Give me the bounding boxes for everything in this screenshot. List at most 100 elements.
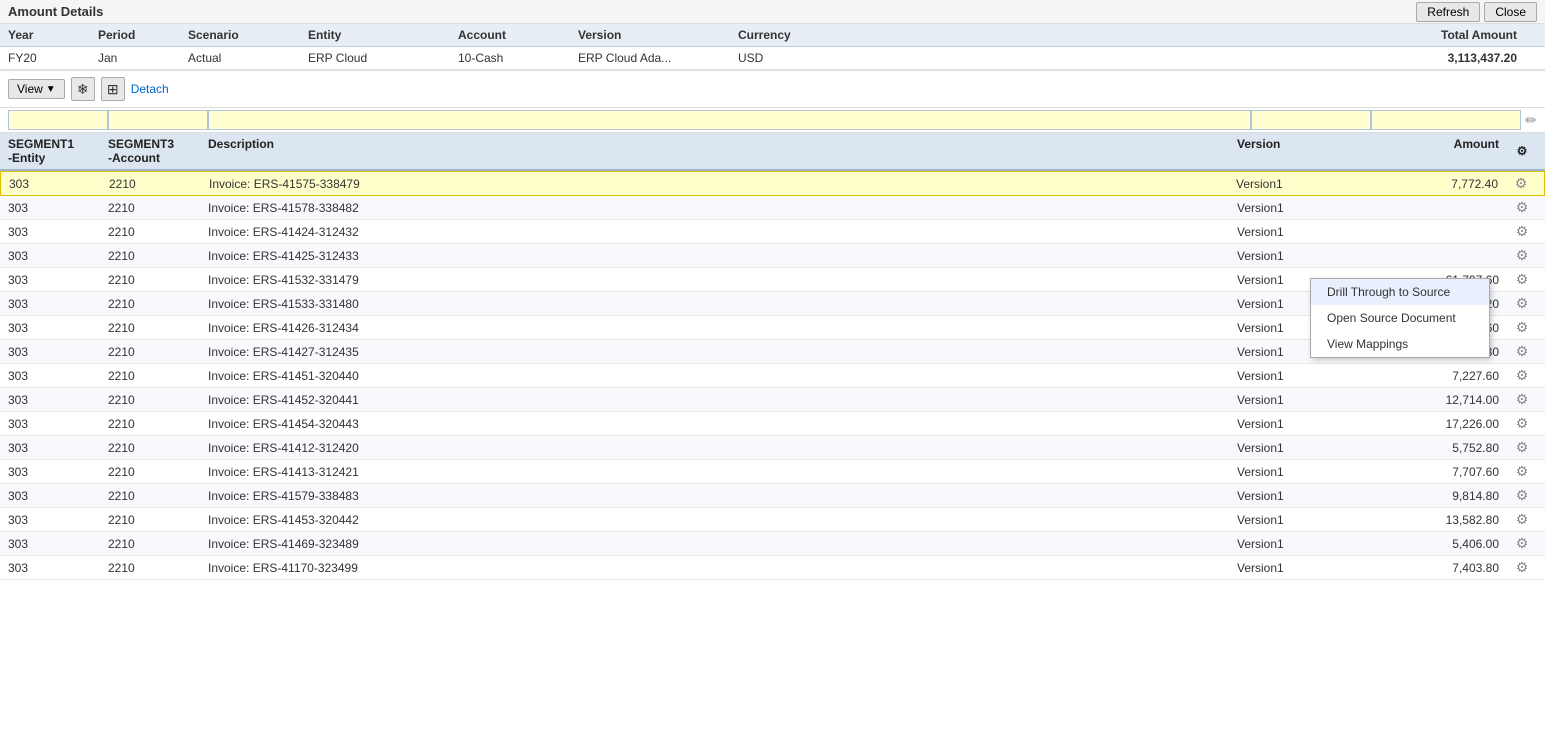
row-gear-icon[interactable]: ⚙ <box>1507 559 1537 576</box>
row-gear-icon[interactable]: ⚙ <box>1507 511 1537 528</box>
context-menu: Drill Through to Source Open Source Docu… <box>1310 278 1490 358</box>
cell-amount: 7,227.60 <box>1357 369 1507 383</box>
cell-seg3: 2210 <box>108 465 208 479</box>
cell-seg1: 303 <box>8 201 108 215</box>
table-row: 303 2210 Invoice: ERS-41579-338483 Versi… <box>0 484 1545 508</box>
table-row: 303 2210 Invoice: ERS-41413-312421 Versi… <box>0 460 1545 484</box>
row-gear-icon[interactable]: ⚙ <box>1507 367 1537 384</box>
detach-icon-button[interactable]: ⊞ <box>101 77 125 101</box>
val-account: 10-Cash <box>458 51 578 65</box>
val-scenario: Actual <box>188 51 308 65</box>
freeze-columns-button[interactable]: ❄ <box>71 77 95 101</box>
table-row: 303 2210 Invoice: ERS-41452-320441 Versi… <box>0 388 1545 412</box>
close-button[interactable]: Close <box>1484 2 1537 22</box>
cell-desc: Invoice: ERS-41451-320440 <box>208 369 1237 383</box>
cell-seg3: 2210 <box>108 489 208 503</box>
cell-version: Version1 <box>1236 177 1356 191</box>
row-gear-icon[interactable]: ⚙ <box>1507 199 1537 216</box>
table-row: 303 2210 Invoice: ERS-41451-320440 Versi… <box>0 364 1545 388</box>
val-total-amount: 3,113,437.20 <box>858 51 1537 65</box>
top-bar-buttons: Refresh Close <box>1416 2 1537 22</box>
cell-seg3: 2210 <box>108 441 208 455</box>
cell-version: Version1 <box>1237 369 1357 383</box>
cell-version: Version1 <box>1237 201 1357 215</box>
cell-version: Version1 <box>1237 537 1357 551</box>
cell-version: Version1 <box>1237 393 1357 407</box>
filter-row: ✏ <box>0 108 1545 133</box>
cell-desc: Invoice: ERS-41469-323489 <box>208 537 1237 551</box>
row-gear-icon[interactable]: ⚙ <box>1507 343 1537 360</box>
col-year: Year <box>8 28 98 42</box>
val-currency: USD <box>738 51 858 65</box>
cell-desc: Invoice: ERS-41533-331480 <box>208 297 1237 311</box>
cell-amount: 12,714.00 <box>1357 393 1507 407</box>
summary-header: Year Period Scenario Entity Account Vers… <box>0 24 1545 47</box>
col-total-amount: Total Amount <box>858 28 1537 42</box>
cell-amount: 5,406.00 <box>1357 537 1507 551</box>
cell-seg3: 2210 <box>108 249 208 263</box>
val-year: FY20 <box>8 51 98 65</box>
row-gear-icon[interactable]: ⚙ <box>1507 247 1537 264</box>
row-gear-icon[interactable]: ⚙ <box>1507 295 1537 312</box>
context-menu-item-drill[interactable]: Drill Through to Source <box>1311 279 1489 305</box>
cell-seg1: 303 <box>8 297 108 311</box>
cell-seg1: 303 <box>8 465 108 479</box>
cell-version: Version1 <box>1237 561 1357 575</box>
cell-seg1: 303 <box>8 249 108 263</box>
row-gear-icon[interactable]: ⚙ <box>1507 319 1537 336</box>
row-gear-icon[interactable]: ⚙ <box>1507 487 1537 504</box>
table-row: 303 2210 Invoice: ERS-41425-312433 Versi… <box>0 244 1545 268</box>
val-period: Jan <box>98 51 188 65</box>
cell-desc: Invoice: ERS-41413-312421 <box>208 465 1237 479</box>
top-bar: Amount Details Refresh Close <box>0 0 1545 24</box>
row-gear-icon[interactable]: ⚙ <box>1507 535 1537 552</box>
seg3-filter[interactable] <box>108 110 208 130</box>
table-row: 303 2210 Invoice: ERS-41454-320443 Versi… <box>0 412 1545 436</box>
cell-version: Version1 <box>1237 441 1357 455</box>
header-desc: Description <box>208 137 1237 165</box>
row-gear-icon[interactable]: ⚙ <box>1507 391 1537 408</box>
cell-seg1: 303 <box>8 321 108 335</box>
refresh-button[interactable]: Refresh <box>1416 2 1480 22</box>
cell-seg3: 2210 <box>108 297 208 311</box>
context-menu-item-open-source[interactable]: Open Source Document <box>1311 305 1489 331</box>
cell-seg3: 2210 <box>108 345 208 359</box>
cell-version: Version1 <box>1237 465 1357 479</box>
seg1-filter[interactable] <box>8 110 108 130</box>
header-gear-icon[interactable]: ⚙ <box>1507 137 1537 165</box>
row-gear-icon[interactable]: ⚙ <box>1507 271 1537 288</box>
table-row: 303 2210 Invoice: ERS-41412-312420 Versi… <box>0 436 1545 460</box>
cell-seg3: 2210 <box>108 201 208 215</box>
val-entity: ERP Cloud <box>308 51 458 65</box>
row-gear-icon[interactable]: ⚙ <box>1507 463 1537 480</box>
cell-desc: Invoice: ERS-41425-312433 <box>208 249 1237 263</box>
cell-seg1: 303 <box>8 537 108 551</box>
view-button[interactable]: View ▼ <box>8 79 65 99</box>
cell-desc: Invoice: ERS-41532-331479 <box>208 273 1237 287</box>
val-version: ERP Cloud Ada... <box>578 51 738 65</box>
row-gear-icon[interactable]: ⚙ <box>1507 223 1537 240</box>
desc-filter[interactable] <box>208 110 1251 130</box>
col-account: Account <box>458 28 578 42</box>
filter-pencil-icon[interactable]: ✏ <box>1521 110 1537 130</box>
summary-data-row: FY20 Jan Actual ERP Cloud 10-Cash ERP Cl… <box>0 47 1545 70</box>
cell-seg1: 303 <box>8 273 108 287</box>
detach-button[interactable]: Detach <box>131 82 169 96</box>
cell-seg1: 303 <box>8 225 108 239</box>
view-label: View <box>17 82 43 96</box>
cell-seg3: 2210 <box>108 537 208 551</box>
header-amount: Amount <box>1357 137 1507 165</box>
cell-desc: Invoice: ERS-41452-320441 <box>208 393 1237 407</box>
col-entity: Entity <box>308 28 458 42</box>
cell-amount: 17,226.00 <box>1357 417 1507 431</box>
context-menu-item-view-mappings[interactable]: View Mappings <box>1311 331 1489 357</box>
version-filter[interactable] <box>1251 110 1371 130</box>
row-gear-icon[interactable]: ⚙ <box>1507 415 1537 432</box>
cell-version: Version1 <box>1237 417 1357 431</box>
row-gear-icon[interactable]: ⚙ <box>1507 439 1537 456</box>
row-gear-icon[interactable]: ⚙ <box>1506 175 1536 192</box>
table-row: 303 2210 Invoice: ERS-41424-312432 Versi… <box>0 220 1545 244</box>
cell-seg3: 2210 <box>108 513 208 527</box>
amount-filter[interactable] <box>1371 110 1521 130</box>
cell-desc: Invoice: ERS-41424-312432 <box>208 225 1237 239</box>
